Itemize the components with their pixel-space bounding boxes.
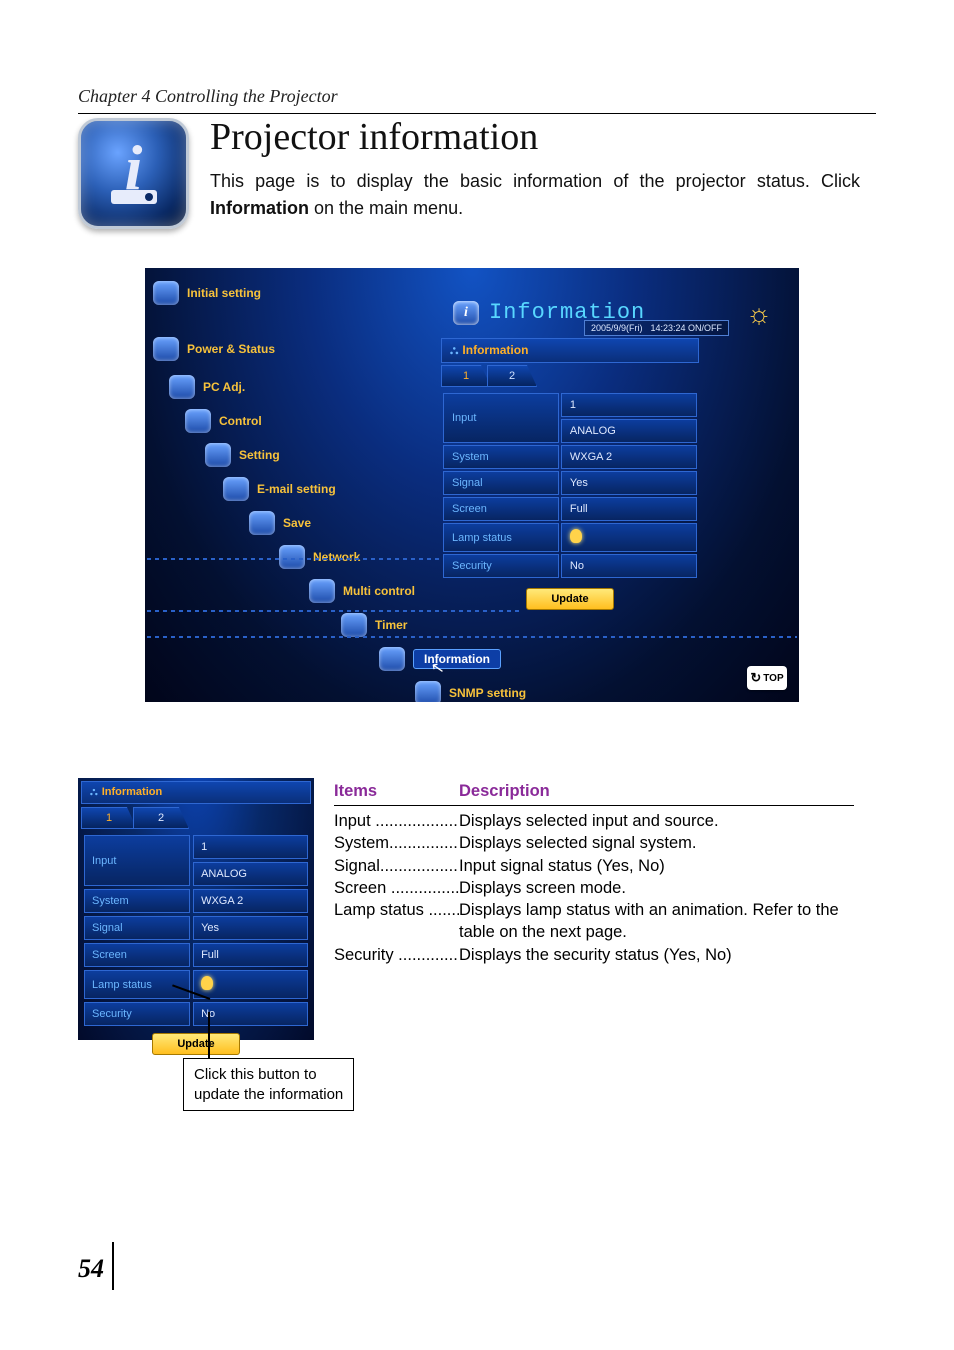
update-button[interactable]: Update	[526, 588, 614, 610]
intro-paragraph: This page is to display the basic inform…	[210, 168, 860, 222]
top-button[interactable]: TOP	[747, 666, 787, 690]
network-icon	[279, 545, 305, 569]
datetime-badge: 2005/9/9(Fri)14:23:24 ON/OFF	[584, 320, 729, 336]
tab-2-small[interactable]: 2	[133, 807, 189, 829]
col-items: Items	[334, 782, 459, 801]
tab-2[interactable]: 2	[487, 365, 537, 387]
lamp-icon	[201, 976, 213, 990]
tab-1-small[interactable]: 1	[81, 807, 137, 829]
clock-icon	[341, 613, 367, 637]
save-icon	[249, 511, 275, 535]
page-number: 54	[78, 1254, 104, 1284]
chapter-heading: Chapter 4 Controlling the Projector	[78, 86, 876, 114]
panel-header-small: ⛬Information	[81, 781, 311, 804]
sidebar-item-initial-setting[interactable]: Initial setting	[153, 278, 526, 308]
sidebar-item-snmp[interactable]: SNMP setting	[415, 678, 526, 702]
sliders-icon	[185, 409, 211, 433]
info-icon	[379, 647, 405, 671]
power-icon	[153, 337, 179, 361]
mail-icon	[223, 477, 249, 501]
gear-icon	[153, 281, 179, 305]
section-title: Projector information	[210, 115, 538, 159]
page-rule	[112, 1242, 114, 1290]
screenshot-detail: ⛬Information 1 2 Input1 ANALOG SystemWXG…	[78, 778, 314, 1040]
info-table: Input1 ANALOG SystemWXGA 2 SignalYes Scr…	[441, 391, 699, 580]
tab-1[interactable]: 1	[441, 365, 491, 387]
update-button-small[interactable]: Update	[152, 1033, 240, 1055]
col-description: Description	[459, 782, 854, 801]
info-panel: ⛬Information 1 2 Input1 ANALOG SystemWXG…	[441, 338, 699, 610]
info-table-small: Input1 ANALOG SystemWXGA 2 SignalYes Scr…	[81, 832, 311, 1029]
callout-pointer	[208, 1012, 210, 1058]
screenshot-main: i Information 2005/9/9(Fri)14:23:24 ON/O…	[145, 268, 799, 702]
sidebar-item-information[interactable]: Information	[379, 644, 526, 674]
items-description-table: Items Description Input ................…	[334, 782, 854, 966]
sun-icon: ☼	[737, 292, 781, 336]
wrench-icon	[205, 443, 231, 467]
lamp-icon	[570, 529, 582, 543]
panel-header: ⛬Information	[441, 338, 699, 363]
callout-text: Click this button toupdate the informati…	[183, 1058, 354, 1111]
monitor-icon	[169, 375, 195, 399]
information-section-icon: i	[78, 118, 189, 229]
lamp-status-cell	[561, 523, 697, 552]
multi-icon	[309, 579, 335, 603]
snmp-icon	[415, 681, 441, 702]
